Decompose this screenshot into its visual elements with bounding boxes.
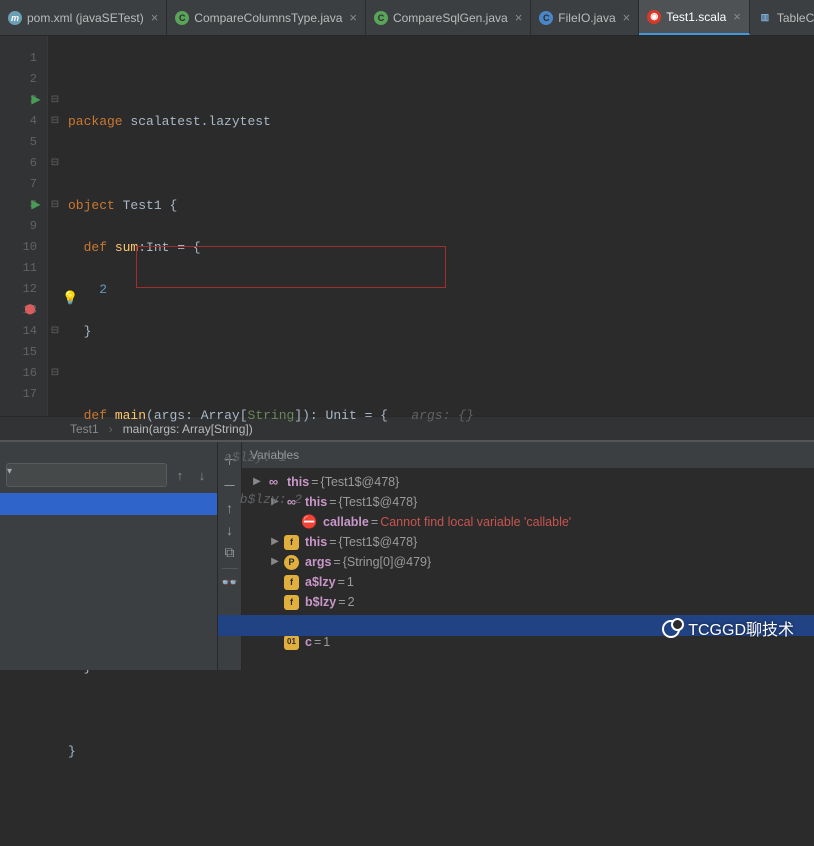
- close-icon[interactable]: ×: [151, 10, 159, 25]
- fold-column[interactable]: ⊟⊟ ⊟ ⊟ ⊟ ⊟: [48, 36, 62, 416]
- wechat-icon: [662, 618, 682, 638]
- close-icon[interactable]: ×: [623, 10, 631, 25]
- close-icon[interactable]: ×: [349, 10, 357, 25]
- code-area[interactable]: 💡 package scalatest.lazytest object Test…: [62, 36, 814, 416]
- tab-bar: m pom.xml (javaSETest) × C CompareColumn…: [0, 0, 814, 36]
- tab-compare-sql[interactable]: C CompareSqlGen.java ×: [366, 0, 531, 35]
- prev-frame-button[interactable]: ↑: [171, 465, 189, 487]
- line-gutter[interactable]: 1 2 3▶ 4 5 6 7 8▶ 9 10 11 12 13⬤ 14 15 1…: [0, 36, 48, 416]
- class-icon: C: [539, 11, 553, 25]
- editor: 1 2 3▶ 4 5 6 7 8▶ 9 10 11 12 13⬤ 14 15 1…: [0, 36, 814, 416]
- frames-panel: ▾ ↑ ↓: [0, 442, 218, 670]
- next-frame-button[interactable]: ↓: [193, 465, 211, 487]
- tab-pom[interactable]: m pom.xml (javaSETest) ×: [0, 0, 167, 35]
- tab-label: pom.xml (javaSETest): [27, 11, 144, 25]
- run-gutter-icon[interactable]: ▶: [28, 90, 44, 111]
- watermark: TCGGD聊技术: [662, 616, 794, 640]
- run-gutter-icon[interactable]: ▶: [28, 195, 44, 216]
- breakpoint-icon[interactable]: ⬤: [22, 300, 38, 321]
- highlight-box: [136, 246, 446, 288]
- intention-bulb-icon[interactable]: 💡: [62, 288, 78, 309]
- tab-compare-columns[interactable]: C CompareColumnsType.java ×: [167, 0, 366, 35]
- close-icon[interactable]: ×: [515, 10, 523, 25]
- class-icon: C: [374, 11, 388, 25]
- frame-row[interactable]: [0, 493, 217, 515]
- watermark-text: TCGGD聊技术: [688, 616, 794, 640]
- close-icon[interactable]: ×: [733, 9, 741, 24]
- maven-icon: m: [8, 11, 22, 25]
- table-icon: ▥: [758, 11, 772, 25]
- class-icon: C: [175, 11, 189, 25]
- tab-fileio[interactable]: C FileIO.java ×: [531, 0, 639, 35]
- tab-label: TableColumn: [777, 11, 814, 25]
- tab-label: Test1.scala: [666, 10, 726, 24]
- thread-selector[interactable]: ▾: [6, 463, 167, 487]
- tab-label: CompareSqlGen.java: [393, 11, 508, 25]
- scala-icon: ◉: [647, 10, 661, 24]
- tab-label: CompareColumnsType.java: [194, 11, 342, 25]
- tab-tablecolumn[interactable]: ▥ TableColumn: [750, 0, 814, 35]
- tab-test1-scala[interactable]: ◉ Test1.scala ×: [639, 0, 750, 35]
- tab-label: FileIO.java: [558, 11, 615, 25]
